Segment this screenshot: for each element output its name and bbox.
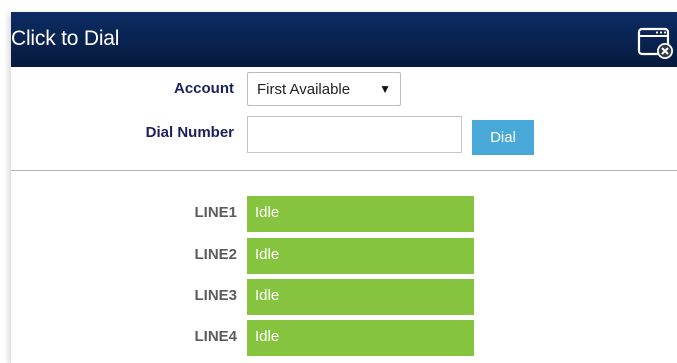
dropdown-arrow-icon: ▼ — [379, 82, 391, 96]
line1-label: LINE1 — [194, 204, 237, 221]
window-close-icon[interactable] — [635, 25, 675, 61]
dial-number-input[interactable] — [247, 116, 462, 153]
line1-status-text: Idle — [255, 204, 280, 221]
line2-status-text: Idle — [255, 246, 280, 263]
line3-status-text: Idle — [255, 287, 280, 304]
line3-status[interactable]: Idle — [247, 279, 474, 315]
dial-button[interactable]: Dial — [472, 120, 534, 155]
line4-status[interactable]: Idle — [247, 320, 474, 356]
account-selected-value: First Available — [257, 81, 351, 98]
top-strip — [0, 0, 677, 12]
line4-status-text: Idle — [255, 328, 280, 345]
page: Click to Dial Account First Available ▼ … — [0, 0, 677, 363]
section-divider — [11, 170, 677, 171]
dial-number-label: Dial Number — [145, 124, 234, 141]
line2-label: LINE2 — [194, 246, 237, 263]
line4-label: LINE4 — [194, 328, 237, 345]
line2-status[interactable]: Idle — [247, 238, 474, 274]
line1-status[interactable]: Idle — [247, 196, 474, 232]
account-select[interactable]: First Available ▼ — [247, 72, 401, 106]
dialog-title: Click to Dial — [11, 27, 120, 50]
dialog-titlebar[interactable]: Click to Dial — [11, 12, 677, 67]
line3-label: LINE3 — [194, 287, 237, 304]
account-label: Account — [174, 80, 234, 97]
